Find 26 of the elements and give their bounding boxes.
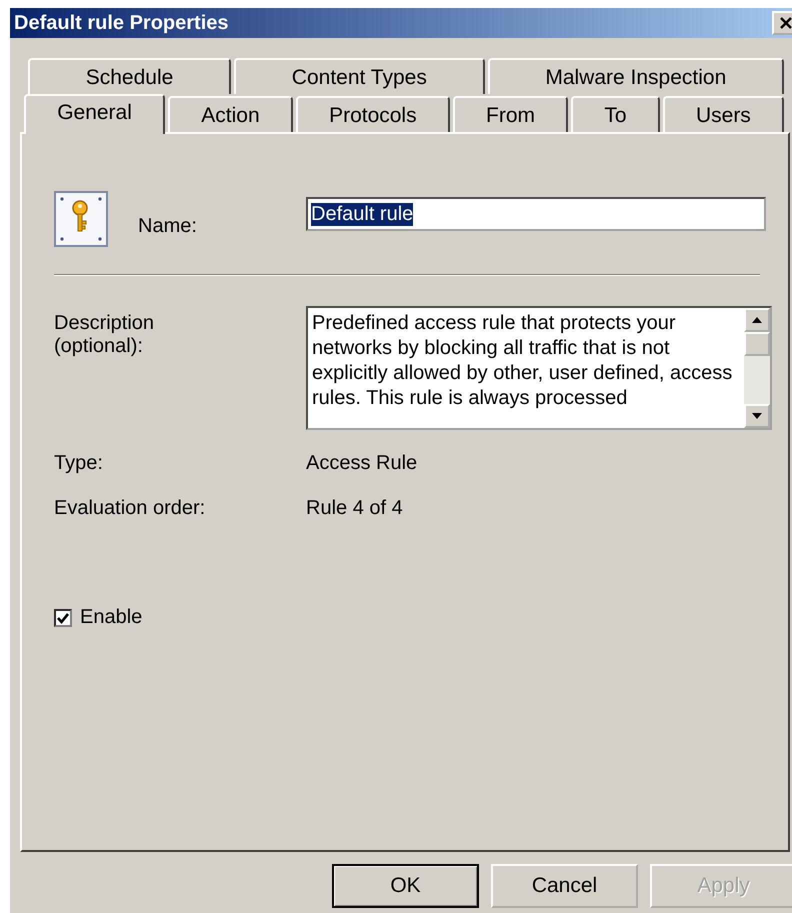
tab[interactable]: General [24, 94, 166, 134]
tab[interactable]: Action [168, 96, 293, 132]
close-button[interactable] [772, 11, 792, 35]
property-label: Evaluation order: [54, 497, 206, 520]
description-field[interactable]: Predefined access rule that protects your networks by blocking all traffic that is not explicitly allowed by other, user defined, access rules. This rule is always processed [306, 306, 772, 430]
tab[interactable]: Protocols [296, 96, 450, 132]
tab[interactable]: From [452, 96, 568, 132]
name-field[interactable]: Default rule [306, 197, 766, 231]
key-icon [54, 191, 108, 247]
field-label: Description (optional): [54, 312, 156, 358]
tab[interactable]: Malware Inspection [488, 58, 784, 94]
property-label: Type: [54, 452, 104, 475]
property-value: Rule 4 of 4 [306, 497, 404, 520]
tab[interactable]: Content Types [234, 58, 485, 94]
window-title: Default rule Properties [13, 12, 229, 34]
tab[interactable]: Schedule [28, 58, 232, 94]
tab[interactable]: Users [662, 96, 784, 132]
checkbox[interactable] [54, 608, 72, 626]
tab[interactable]: To [571, 96, 660, 132]
scroll-bar[interactable] [744, 308, 770, 428]
dialog-button[interactable]: Cancel [491, 864, 638, 908]
property-value: Access Rule [306, 452, 418, 475]
close-icon [779, 16, 792, 30]
field-label: Name: [138, 214, 198, 238]
checkbox-label: Enable [80, 606, 142, 629]
dialog-button[interactable]: OK [332, 864, 479, 908]
